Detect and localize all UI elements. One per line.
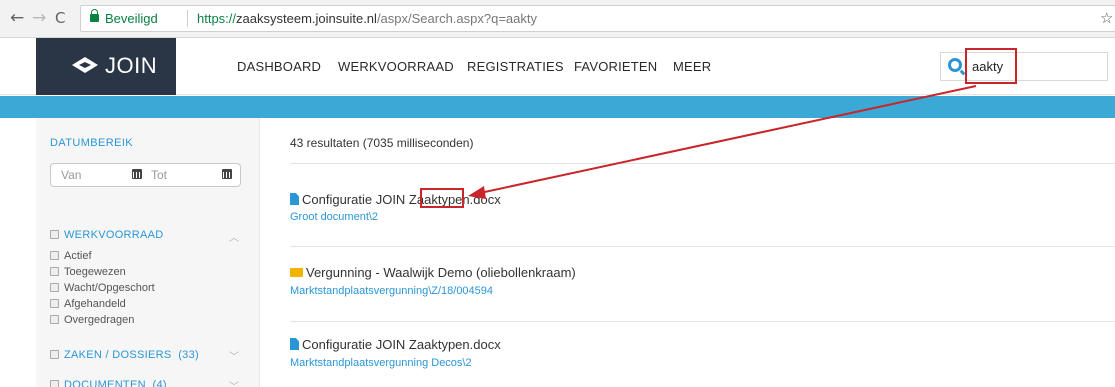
annotation-arrow	[468, 85, 977, 199]
